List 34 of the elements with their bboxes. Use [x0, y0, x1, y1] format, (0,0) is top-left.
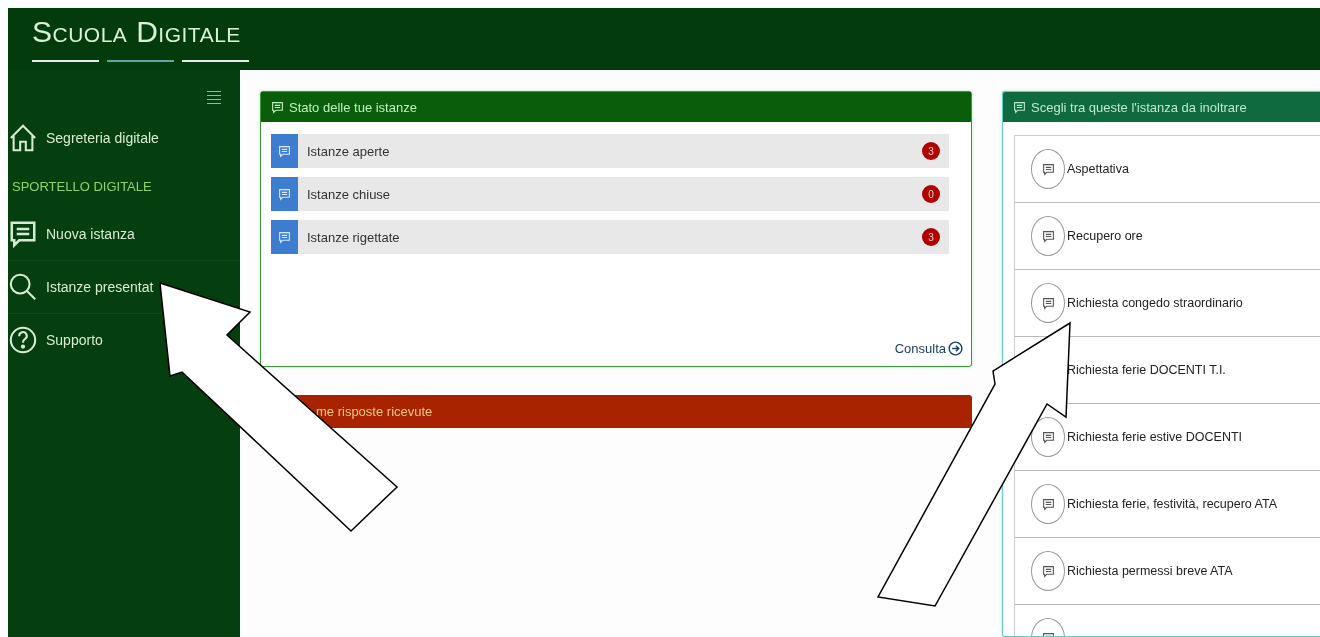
chat-icon	[271, 134, 298, 168]
request-item[interactable]: Richiesta ferie, festività, recupero ATA	[1067, 497, 1278, 511]
panel-title: Stato delle tue istanze	[289, 99, 417, 115]
consulta-link[interactable]: Consulta	[894, 341, 963, 356]
sidebar-item[interactable]: Nuova istanza	[8, 219, 135, 249]
sidebar-item[interactable]: Supporto	[8, 325, 103, 355]
count-badge: 3	[922, 142, 940, 160]
home-icon	[8, 123, 38, 153]
panel-title: Scegli tra queste l'istanza da inoltrare	[1031, 99, 1247, 115]
sidebar-item[interactable]: Segreteria digitale	[8, 123, 159, 153]
request-item[interactable]: Richiesta permessi breve ATA	[1067, 564, 1233, 578]
request-item[interactable]: Richiesta congedo straordinario	[1067, 296, 1243, 310]
section-heading: SPORTELLO DIGITALE	[11, 178, 153, 196]
chat-icon	[1013, 100, 1026, 114]
status-row[interactable]: Istanze chiuse 0	[271, 177, 949, 211]
request-item[interactable]: Aspettativa	[1067, 162, 1129, 176]
status-row[interactable]: Istanze aperte 3	[271, 134, 949, 168]
count-badge: 0	[922, 185, 940, 203]
menu-icon[interactable]	[207, 90, 221, 104]
request-item[interactable]: Recupero ore	[1067, 229, 1143, 243]
search-icon	[8, 272, 38, 302]
chat-icon	[271, 100, 284, 114]
logo-underline-icon	[32, 60, 249, 62]
chat-icon	[271, 220, 298, 254]
arrow-circle-icon	[948, 341, 963, 356]
logo-text: Scuola Digitale	[32, 14, 242, 50]
status-row[interactable]: Istanze rigettate 3	[271, 220, 949, 254]
panel-title: me risposte ricevute	[316, 404, 433, 419]
help-icon	[8, 325, 38, 355]
chat-icon	[8, 219, 38, 249]
request-item[interactable]: Richiesta ferie estive DOCENTI	[1067, 430, 1243, 444]
count-badge: 3	[922, 228, 940, 246]
sidebar-item[interactable]: Istanze presentat	[8, 272, 154, 302]
chat-icon	[271, 177, 298, 211]
